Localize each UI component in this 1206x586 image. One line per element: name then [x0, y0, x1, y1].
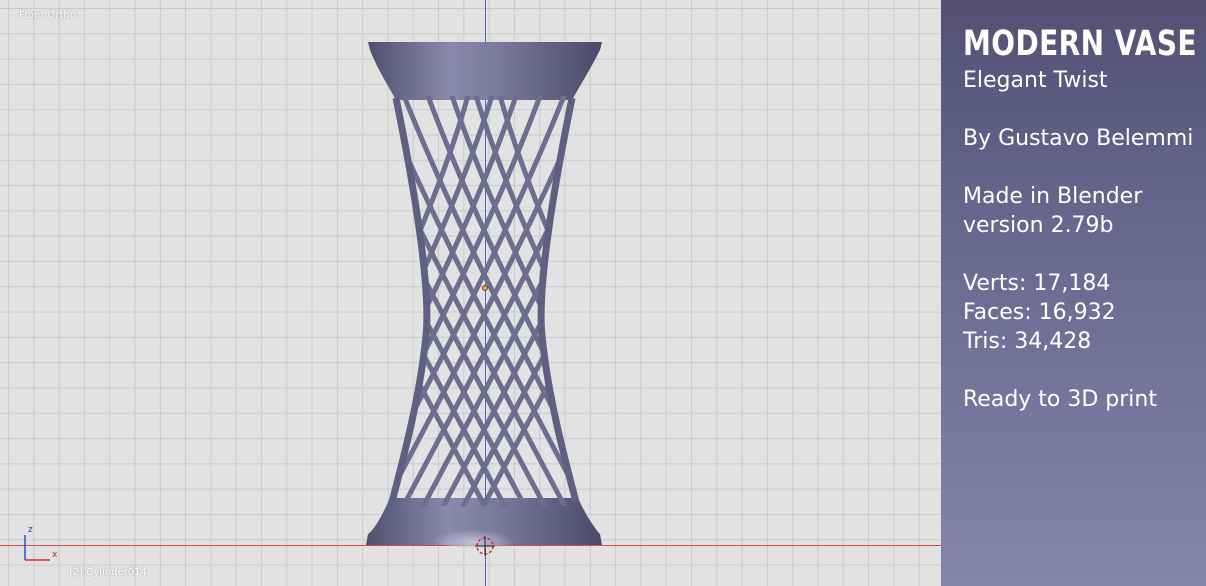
3d-viewport[interactable]: Front Ortho z x (2) Cylinder014 [0, 0, 941, 586]
author-line: By Gustavo Belemmi [963, 126, 1194, 151]
3d-cursor-icon [475, 536, 495, 556]
model-title: MODERN VASE [963, 24, 1197, 64]
vase-model[interactable] [360, 36, 610, 550]
made-in-line: Made in Blender [963, 184, 1143, 209]
active-object-label: (2) Cylinder014 [69, 567, 147, 578]
axis-gizmo: z x [18, 523, 66, 567]
info-panel: MODERN VASE Elegant Twist By Gustavo Bel… [941, 0, 1206, 586]
object-origin [482, 285, 488, 291]
tris-stat: Tris: 34,428 [963, 329, 1092, 354]
faces-stat: Faces: 16,932 [963, 300, 1116, 325]
model-subtitle: Elegant Twist [963, 68, 1108, 93]
gizmo-x-label: x [52, 550, 58, 560]
verts-stat: Verts: 17,184 [963, 271, 1111, 296]
view-label: Front Ortho [19, 10, 76, 21]
gizmo-z-label: z [28, 525, 33, 535]
axis-gizmo-icon [24, 535, 50, 561]
version-line: version 2.79b [963, 213, 1114, 238]
print-ready-note: Ready to 3D print [963, 387, 1157, 412]
